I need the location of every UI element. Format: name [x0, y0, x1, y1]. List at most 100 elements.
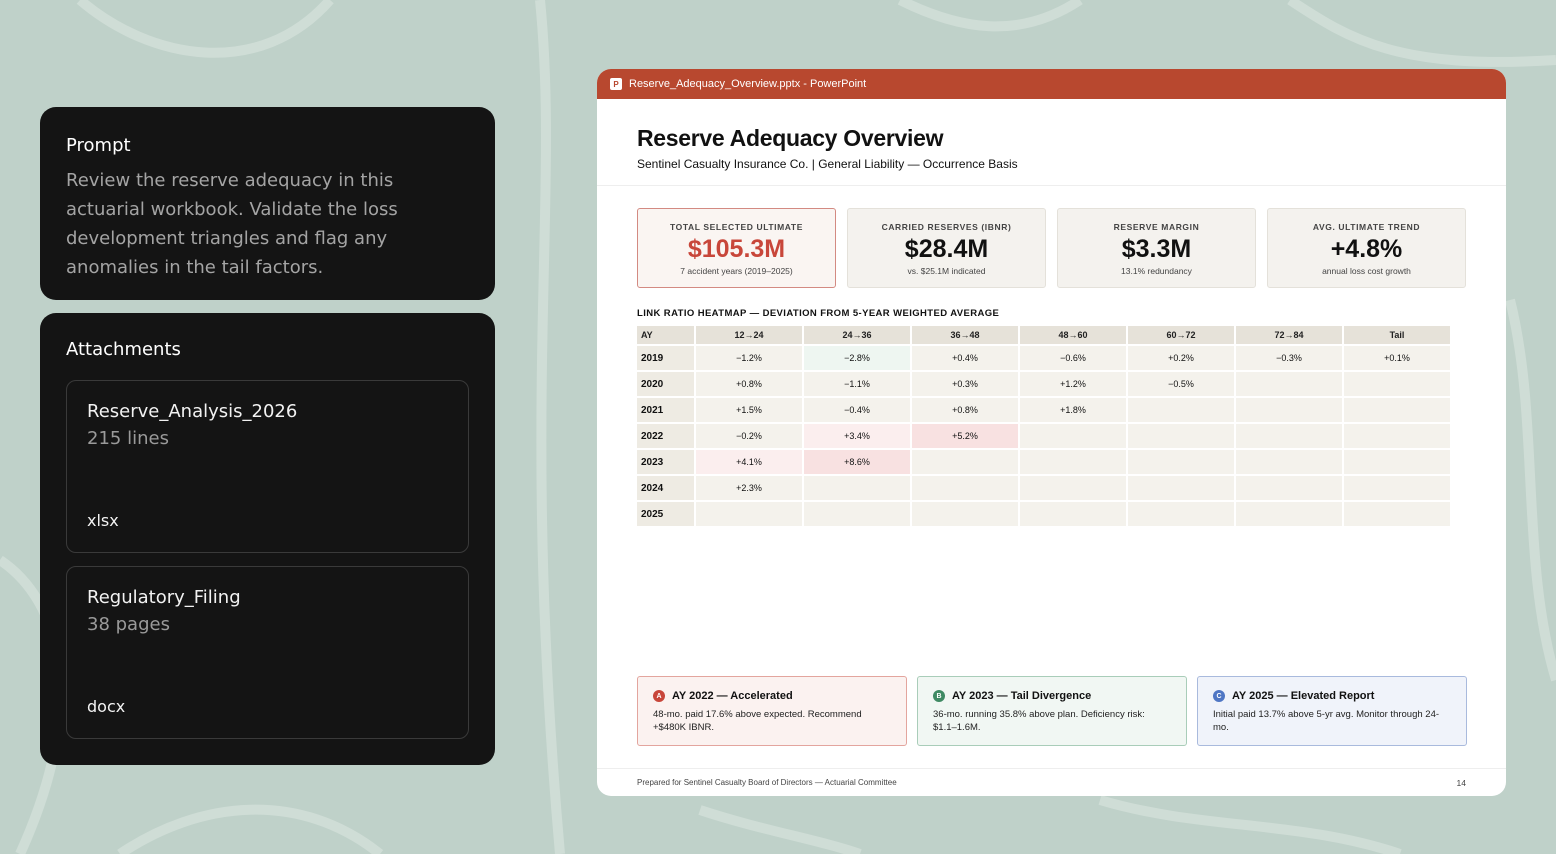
kpi-note: annual loss cost growth [1322, 266, 1411, 276]
heatmap-row: 2024 +2.3% [637, 476, 1450, 500]
heatmap-cell [1236, 372, 1342, 396]
kpi-card: AVG. ULTIMATE TREND +4.8% annual loss co… [1267, 208, 1466, 288]
attachment-card[interactable]: Reserve_Analysis_2026 215 lines xlsx [66, 380, 469, 553]
callout-badge: B [933, 690, 945, 702]
page-number: 14 [1456, 778, 1466, 788]
heatmap-cell: +3.4% [804, 424, 910, 448]
heatmap-cell: −1.1% [804, 372, 910, 396]
heatmap-cell [1344, 476, 1450, 500]
heatmap-cell: +0.1% [1344, 346, 1450, 370]
kpi-row: TOTAL SELECTED ULTIMATE $105.3M 7 accide… [637, 208, 1466, 288]
heatmap-cell [1236, 424, 1342, 448]
heatmap-column-header: Tail [1344, 326, 1450, 344]
heatmap-cell [804, 502, 910, 526]
kpi-value: $28.4M [904, 235, 989, 263]
kpi-card: RESERVE MARGIN $3.3M 13.1% redundancy [1057, 208, 1256, 288]
prompt-text: Review the reserve adequacy in this actu… [66, 170, 398, 278]
accident-year: 2025 [637, 502, 694, 526]
heatmap-cell: +1.2% [1020, 372, 1126, 396]
accident-year: 2019 [637, 346, 694, 370]
link-ratio-heatmap: AY 12→24 24→36 36→48 48→60 60→72 72→84 T… [635, 324, 1452, 528]
heatmap-cell: +0.3% [912, 372, 1018, 396]
callout-card: A AY 2022 — Accelerated 48-mo. paid 17.6… [637, 676, 907, 746]
heatmap-cell: +4.1% [696, 450, 802, 474]
heatmap-column-header: 12→24 [696, 326, 802, 344]
attachment-meta: 215 lines [87, 428, 169, 449]
heatmap-cell [1236, 502, 1342, 526]
heatmap-cell [1128, 424, 1234, 448]
accident-year: 2024 [637, 476, 694, 500]
heatmap-cell: +1.5% [696, 398, 802, 422]
callout-header: A AY 2022 — Accelerated [653, 690, 891, 702]
heatmap-cell [1020, 424, 1126, 448]
heatmap-cell [1344, 502, 1450, 526]
heatmap-cell: +8.6% [804, 450, 910, 474]
heatmap-column-header: 24→36 [804, 326, 910, 344]
heatmap-cell [912, 476, 1018, 500]
header-divider [597, 185, 1506, 186]
heatmap-row: 2025 [637, 502, 1450, 526]
attachment-extension: xlsx [87, 511, 119, 530]
heatmap-cell [804, 476, 910, 500]
powerpoint-window: P Reserve_Adequacy_Overview.pptx - Power… [597, 69, 1506, 796]
kpi-label: CARRIED RESERVES (IBNR) [881, 222, 1012, 232]
heatmap-row: 2023 +4.1% +8.6% [637, 450, 1450, 474]
attachments-panel: Attachments Reserve_Analysis_2026 215 li… [40, 313, 495, 765]
accident-year: 2022 [637, 424, 694, 448]
kpi-value: +4.8% [1330, 235, 1403, 263]
attachment-name: Regulatory_Filing [87, 587, 241, 608]
kpi-value: $3.3M [1121, 235, 1192, 263]
callout-title: AY 2025 — Elevated Report [1232, 690, 1375, 702]
callout-row: A AY 2022 — Accelerated 48-mo. paid 17.6… [637, 676, 1467, 746]
heatmap-cell [1128, 450, 1234, 474]
heatmap-cell [1344, 398, 1450, 422]
heatmap-cell [1344, 372, 1450, 396]
heatmap-cell [1020, 450, 1126, 474]
callout-title: AY 2022 — Accelerated [672, 690, 793, 702]
slide-header: Reserve Adequacy Overview Sentinel Casua… [637, 125, 1018, 171]
heatmap-cell: +1.8% [1020, 398, 1126, 422]
window-titlebar[interactable]: P Reserve_Adequacy_Overview.pptx - Power… [597, 69, 1506, 99]
kpi-note: 13.1% redundancy [1121, 266, 1192, 276]
prompt-label: Prompt [66, 135, 131, 156]
kpi-note: 7 accident years (2019–2025) [680, 266, 793, 276]
heatmap-cell [912, 502, 1018, 526]
heatmap-cell: +0.4% [912, 346, 1018, 370]
callout-card: B AY 2023 — Tail Divergence 36-mo. runni… [917, 676, 1187, 746]
heatmap-column-header: 60→72 [1128, 326, 1234, 344]
heatmap-title: LINK RATIO HEATMAP — DEVIATION FROM 5-YE… [637, 308, 1000, 319]
prompt-panel: Prompt Review the reserve adequacy in th… [40, 107, 495, 300]
heatmap-cell [1020, 476, 1126, 500]
heatmap-cell [1128, 476, 1234, 500]
heatmap-cell [696, 502, 802, 526]
heatmap-cell: +2.3% [696, 476, 802, 500]
heatmap-cell: −0.2% [696, 424, 802, 448]
heatmap-cell: −0.6% [1020, 346, 1126, 370]
attachment-meta: 38 pages [87, 614, 170, 635]
heatmap-cell: −0.5% [1128, 372, 1234, 396]
heatmap-cell: +5.2% [912, 424, 1018, 448]
heatmap-row: 2021 +1.5% −0.4% +0.8% +1.8% [637, 398, 1450, 422]
heatmap-row: 2022 −0.2% +3.4% +5.2% [637, 424, 1450, 448]
attachment-card[interactable]: Regulatory_Filing 38 pages docx [66, 566, 469, 739]
kpi-label: AVG. ULTIMATE TREND [1312, 222, 1421, 232]
kpi-value: $105.3M [687, 235, 786, 263]
heatmap-cell: +0.8% [696, 372, 802, 396]
heatmap-cell [1128, 502, 1234, 526]
heatmap-cell [1236, 398, 1342, 422]
heatmap-header-row: AY 12→24 24→36 36→48 48→60 60→72 72→84 T… [637, 326, 1450, 344]
callout-header: C AY 2025 — Elevated Report [1213, 690, 1451, 702]
heatmap-cell: −2.8% [804, 346, 910, 370]
kpi-note: vs. $25.1M indicated [907, 266, 986, 276]
slide-footer: Prepared for Sentinel Casualty Board of … [637, 778, 897, 787]
heatmap-cell [1020, 502, 1126, 526]
attachment-name: Reserve_Analysis_2026 [87, 401, 298, 422]
heatmap-cell: +0.2% [1128, 346, 1234, 370]
callout-title: AY 2023 — Tail Divergence [952, 690, 1092, 702]
kpi-label: TOTAL SELECTED ULTIMATE [670, 222, 803, 232]
heatmap-cell [1344, 424, 1450, 448]
callout-badge: C [1213, 690, 1225, 702]
heatmap-cell [1128, 398, 1234, 422]
accident-year: 2020 [637, 372, 694, 396]
slide-title: Reserve Adequacy Overview [637, 125, 944, 151]
